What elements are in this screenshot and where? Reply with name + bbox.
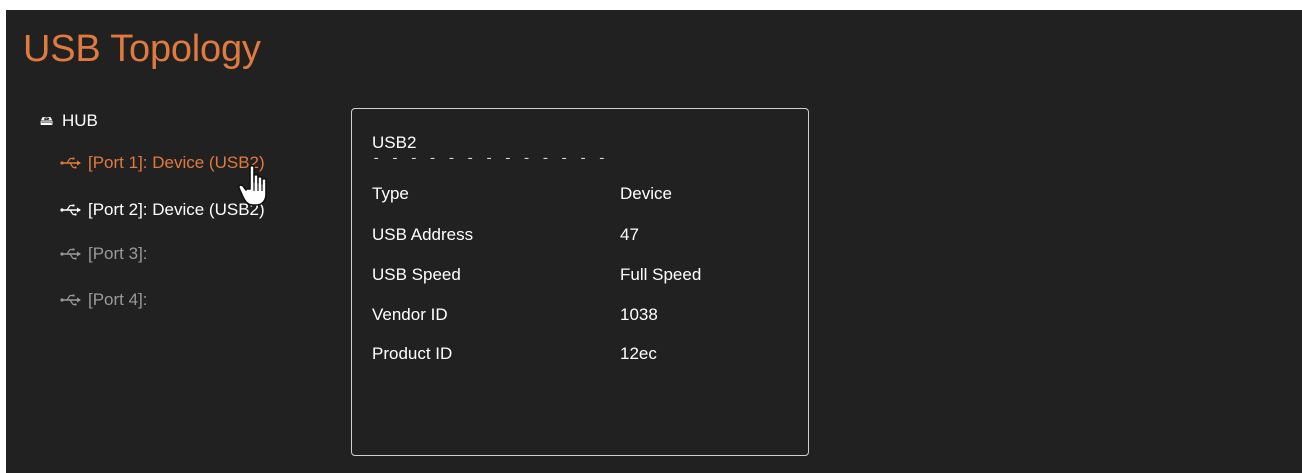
detail-value: 1038 — [620, 305, 658, 324]
usb-icon — [60, 247, 84, 261]
tree-port-4[interactable]: [Port 4]: — [60, 289, 148, 311]
detail-label: USB Speed — [372, 265, 461, 284]
tree-port-1[interactable]: [Port 1]: Device (USB2) — [60, 152, 265, 174]
usb-tree: 🖴 HUB [Port 1]: Device (USB2) [Port 2]: … — [40, 110, 265, 309]
port-label: [Port 1]: Device (USB2) — [88, 153, 265, 172]
page-title: USB Topology — [23, 28, 261, 70]
hub-label: HUB — [62, 111, 98, 130]
details-heading: USB2 — [372, 133, 417, 152]
device-details-card: USB2 - - - - - - - - - - - - - - - - - -… — [351, 108, 809, 456]
detail-label: Vendor ID — [372, 305, 448, 324]
detail-row-vendor-id: Vendor ID 1038 — [372, 304, 792, 326]
detail-label: USB Address — [372, 225, 474, 244]
usb-icon — [60, 203, 84, 217]
hub-node[interactable]: 🖴 HUB — [40, 110, 98, 132]
detail-value: 12ec — [620, 344, 657, 363]
detail-value: Device — [620, 184, 672, 203]
port-label: [Port 3]: — [88, 244, 148, 263]
tree-port-2[interactable]: [Port 2]: Device (USB2) — [60, 199, 265, 221]
detail-label: Type — [372, 184, 409, 203]
detail-label: Product ID — [372, 344, 453, 363]
detail-value: 47 — [620, 225, 639, 244]
detail-row-usb-address: USB Address 47 — [372, 224, 792, 246]
usb-icon — [60, 156, 84, 170]
detail-row-product-id: Product ID 12ec — [372, 343, 792, 365]
detail-value: Full Speed — [620, 265, 702, 284]
port-label: [Port 4]: — [88, 290, 148, 309]
hub-icon: 🖴 — [40, 113, 54, 128]
tree-port-3[interactable]: [Port 3]: — [60, 243, 148, 265]
usb-icon — [60, 293, 84, 307]
usb-topology-panel: USB Topology 🖴 HUB [Port 1]: Device (USB… — [6, 10, 1302, 473]
port-label: [Port 2]: Device (USB2) — [88, 200, 265, 219]
detail-row-usb-speed: USB Speed Full Speed — [372, 264, 792, 286]
details-divider: - - - - - - - - - - - - - - - - - - - - — [372, 153, 618, 165]
detail-row-type: Type Device — [372, 183, 792, 205]
